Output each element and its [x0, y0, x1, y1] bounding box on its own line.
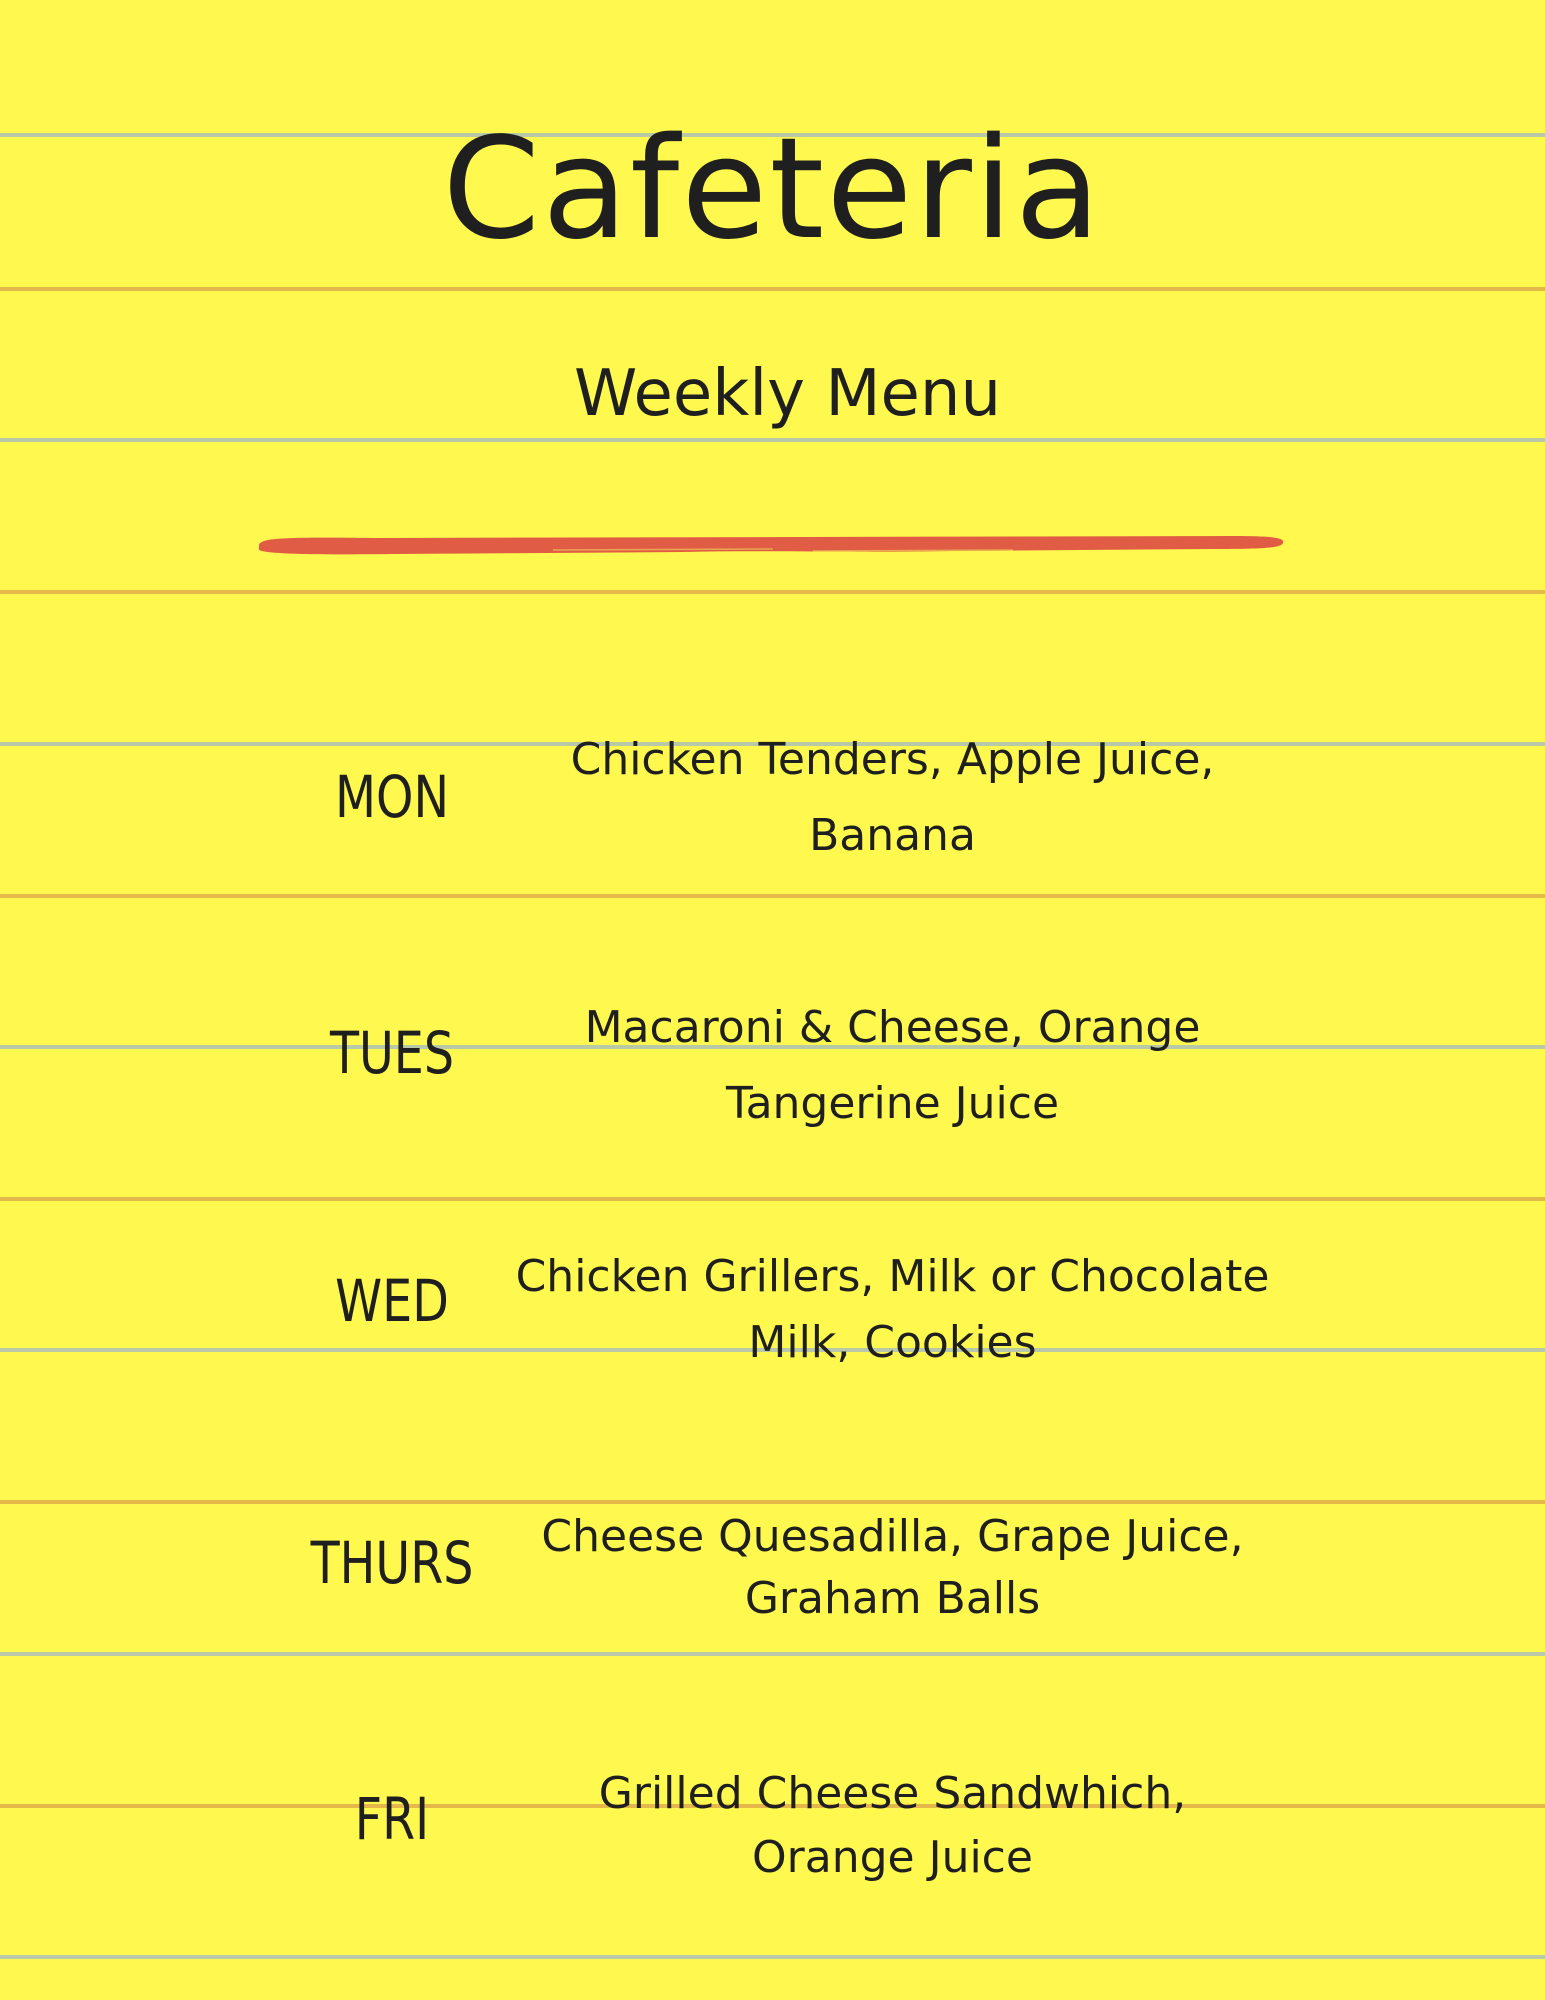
ruled-line [0, 590, 1545, 594]
ruled-line [0, 1197, 1545, 1201]
ruled-line [0, 1500, 1545, 1504]
ruled-line [0, 287, 1545, 291]
menu-items-wed: Chicken Grillers, Milk or Chocolate Milk… [515, 1251, 1270, 1368]
day-label-tues: TUES [329, 1019, 455, 1087]
ruled-line [0, 1955, 1545, 1959]
menu-items-mon: Chicken Tenders, Apple Juice, Banana [570, 734, 1215, 861]
ruled-line [0, 438, 1545, 442]
brush-stroke-divider [259, 536, 1284, 555]
ruled-line [0, 894, 1545, 898]
page-subtitle: Weekly Menu [573, 357, 1002, 431]
page-title: Cafeteria [442, 108, 1103, 271]
ruled-line [0, 1652, 1545, 1656]
menu-items-thurs: Cheese Quesadilla, Grape Juice, Graham B… [541, 1511, 1244, 1624]
day-label-mon: MON [334, 763, 450, 831]
day-label-wed: WED [335, 1267, 449, 1335]
menu-items-tues: Macaroni & Cheese, Orange Tangerine Juic… [584, 1002, 1201, 1129]
day-label-fri: FRI [354, 1785, 430, 1853]
day-label-thurs: THURS [310, 1529, 474, 1597]
menu-items-fri: Grilled Cheese Sandwhich, Orange Juice [598, 1768, 1187, 1883]
